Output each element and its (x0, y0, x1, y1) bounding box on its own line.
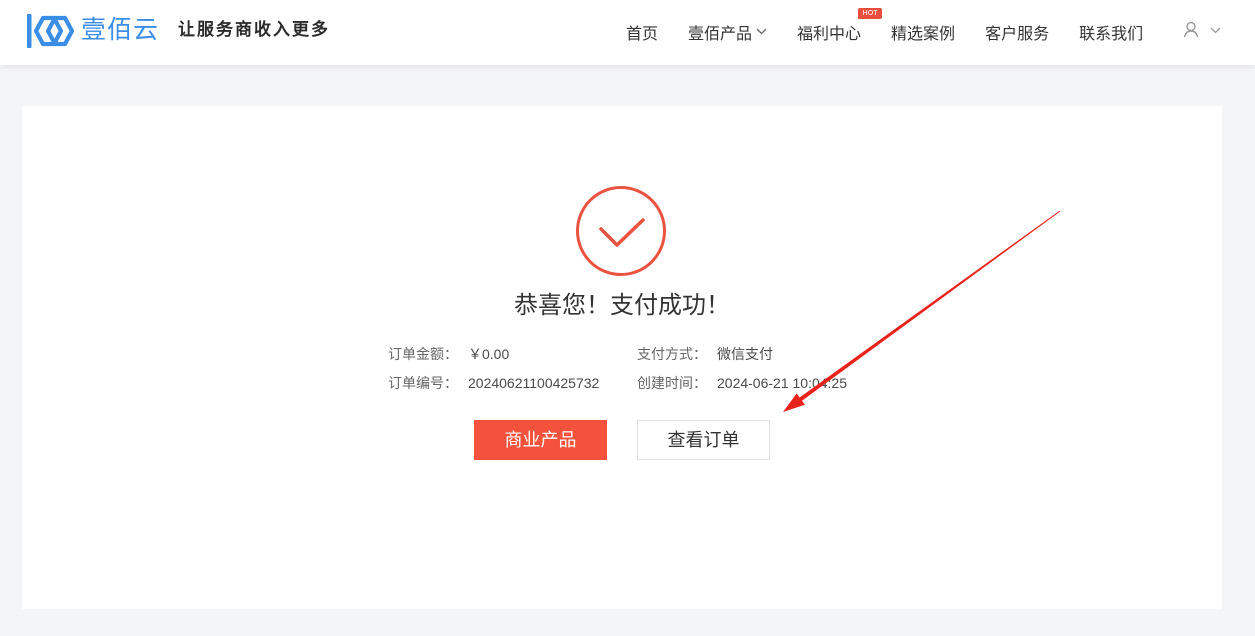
brand-name: 壹佰云 (81, 16, 160, 44)
nav-item-label: 联系我们 (1079, 25, 1144, 43)
user-icon (1183, 21, 1199, 38)
nav-item-customer-service[interactable]: 客户服务 (985, 0, 1049, 65)
nav-item-home[interactable]: 首页 (626, 0, 658, 65)
nav-item-label: 首页 (626, 25, 659, 43)
nav-item-label: 壹佰产品 (688, 25, 753, 43)
created-time-value: 2024-06-21 10:04:25 (717, 374, 847, 391)
payment-method: 支付方式： 微信支付 (637, 344, 886, 364)
order-amount: 订单金额： ￥0.00 (388, 344, 637, 364)
brand-slogan: 让服务商收入更多 (178, 20, 330, 40)
check-circle-icon (576, 186, 666, 276)
chevron-down-icon (756, 28, 767, 35)
nav-item-products[interactable]: 壹佰产品 (688, 0, 767, 65)
user-menu[interactable] (1181, 18, 1225, 42)
nav-item-benefits[interactable]: 福利中心 HOT (797, 0, 883, 65)
detail-row: 订单编号： 20240621100425732 创建时间： 2024-06-21… (388, 368, 886, 397)
top-navbar: 壹佰云 让服务商收入更多 首页 壹佰产品 福利中心 HOT 精选案例 客户服务 … (0, 0, 1255, 65)
view-order-button[interactable]: 查看订单 (637, 420, 770, 460)
order-number-label: 订单编号： (388, 374, 458, 391)
created-time-label: 创建时间： (637, 374, 707, 391)
payment-success-title: 恭喜您！支付成功！ (514, 292, 730, 319)
order-number-value: 20240621100425732 (468, 374, 600, 391)
order-amount-value: ￥0.00 (468, 345, 510, 362)
created-time: 创建时间： 2024-06-21 10:04:25 (637, 373, 886, 393)
hot-badge: HOT (858, 8, 883, 19)
order-details: 订单金额： ￥0.00 支付方式： 微信支付 订单编号： 20240621100… (388, 339, 886, 397)
nav-item-cases[interactable]: 精选案例 (891, 0, 955, 65)
payment-method-label: 支付方式： (637, 345, 707, 362)
brand-logo-icon (27, 14, 75, 48)
nav-item-label: 福利中心 (797, 25, 862, 43)
chevron-down-icon (1210, 27, 1221, 34)
order-number: 订单编号： 20240621100425732 (388, 373, 637, 393)
business-products-button[interactable]: 商业产品 (474, 420, 607, 460)
main-nav: 首页 壹佰产品 福利中心 HOT 精选案例 客户服务 联系我们 (626, 0, 1143, 65)
payment-result-card: 恭喜您！支付成功！ 订单金额： ￥0.00 支付方式： 微信支付 订单编号： 2… (22, 106, 1222, 609)
home-logo-link[interactable]: 壹佰云 (27, 13, 167, 49)
nav-item-contact[interactable]: 联系我们 (1079, 0, 1143, 65)
order-amount-label: 订单金额： (388, 345, 458, 362)
payment-method-value: 微信支付 (717, 345, 773, 362)
nav-item-label: 精选案例 (891, 25, 956, 43)
nav-item-label: 客户服务 (985, 25, 1050, 43)
detail-row: 订单金额： ￥0.00 支付方式： 微信支付 (388, 339, 886, 368)
